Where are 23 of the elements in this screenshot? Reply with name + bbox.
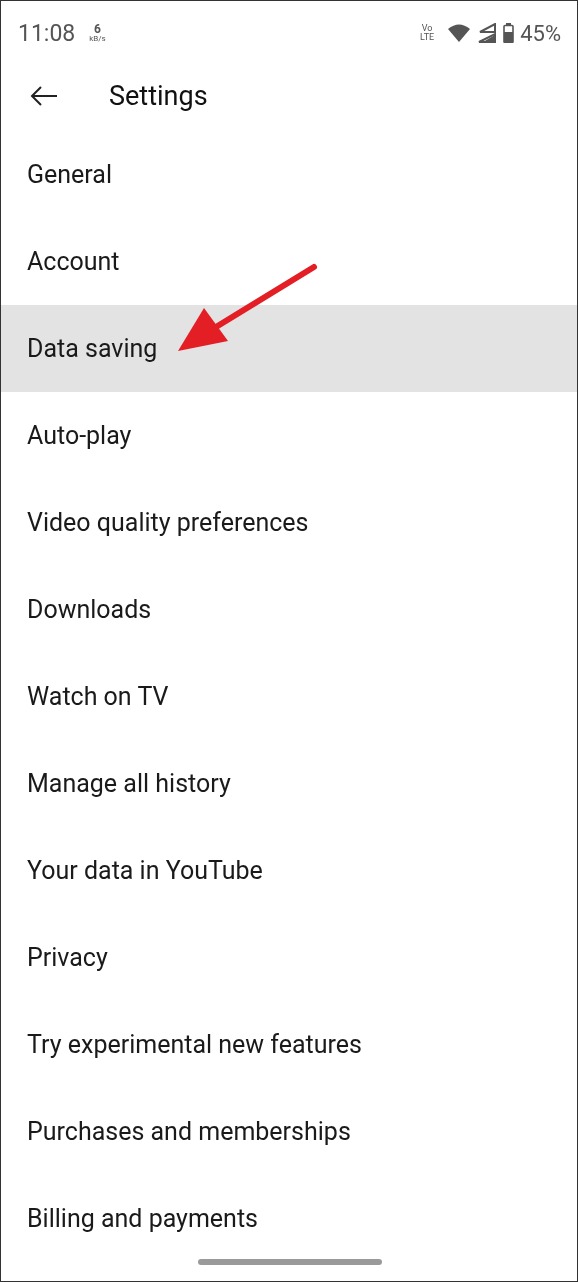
settings-item[interactable]: Video quality preferences	[1, 479, 577, 566]
settings-item[interactable]: Auto-play	[1, 392, 577, 479]
wifi-icon	[447, 23, 472, 43]
speed-unit: kB/s	[89, 35, 106, 43]
settings-item[interactable]: Your data in YouTube	[1, 827, 577, 914]
page-title: Settings	[109, 80, 208, 112]
settings-item[interactable]: Purchases and memberships	[1, 1088, 577, 1175]
back-arrow-icon	[29, 85, 59, 107]
speed-value: 6	[94, 23, 101, 35]
settings-item[interactable]: Privacy	[1, 914, 577, 1001]
settings-item[interactable]: Account	[1, 218, 577, 305]
battery-icon	[503, 23, 515, 43]
battery-percent: 45%	[520, 20, 561, 46]
settings-item[interactable]: Manage all history	[1, 740, 577, 827]
settings-item[interactable]: Billing and payments	[1, 1175, 577, 1262]
settings-item[interactable]: Data saving	[1, 305, 577, 392]
settings-item[interactable]: Try experimental new features	[1, 1001, 577, 1088]
signal-icon	[477, 23, 498, 43]
settings-item[interactable]: Downloads	[1, 566, 577, 653]
status-time: 11:08	[18, 19, 76, 47]
settings-item[interactable]: General	[1, 131, 577, 218]
settings-item[interactable]: Watch on TV	[1, 653, 577, 740]
volte-label: Vo LTE	[419, 24, 436, 42]
